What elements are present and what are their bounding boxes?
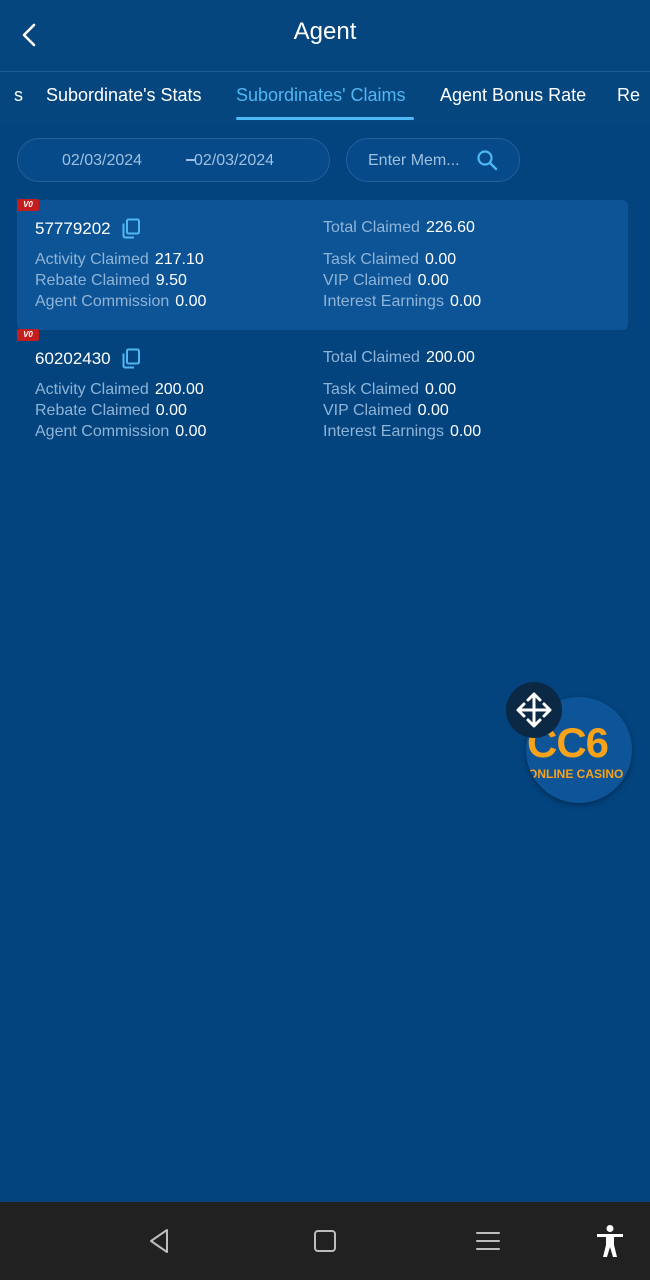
claim-record-card[interactable]: V0 60202430 Total Claimed 200.00 Activity… [17, 329, 628, 460]
interest-earnings-value: 0.00 [449, 293, 482, 310]
tab-subordinates-claims[interactable]: Subordinates' Claims [236, 85, 406, 106]
move-arrows-icon [516, 692, 552, 728]
agent-commission-value: 0.00 [175, 423, 207, 440]
vip-claimed-field: VIP Claimed 0.00 [323, 402, 449, 419]
vip-claimed-field: VIP Claimed 0.00 [323, 272, 449, 289]
rebate-claimed-value: 0.00 [155, 402, 187, 419]
home-square-icon[interactable] [310, 1226, 340, 1256]
copy-icon[interactable] [121, 348, 141, 369]
task-claimed-field: Task Claimed 0.00 [323, 251, 457, 268]
interest-earnings-field: Interest Earnings 0.00 [323, 293, 482, 310]
tab-previous-partial[interactable]: s [14, 85, 23, 106]
date-to[interactable]: 02/03/2024 [194, 152, 274, 170]
total-claimed-value: 226.60 [425, 219, 475, 236]
page-title: Agent [293, 18, 357, 45]
date-range-picker[interactable]: 02/03/2024 02/03/2024 [17, 138, 330, 182]
copy-icon[interactable] [121, 218, 141, 239]
task-claimed-field: Task Claimed 0.00 [323, 381, 457, 398]
member-id: 60202430 [35, 349, 111, 368]
vip-claimed-value: 0.00 [417, 402, 449, 419]
vip-claimed-value: 0.00 [417, 272, 449, 289]
search-placeholder: Enter Mem... [368, 152, 460, 169]
vip-level-badge: V0 [17, 329, 39, 341]
total-claimed-value: 200.00 [425, 349, 475, 366]
tab-bar: s Subordinate's Stats Subordinates' Clai… [0, 73, 650, 122]
app-header: Agent [0, 0, 650, 72]
vip-level-badge: V0 [17, 199, 39, 211]
activity-claimed-value: 200.00 [154, 381, 204, 398]
agent-commission-value: 0.00 [175, 293, 207, 310]
date-from[interactable]: 02/03/2024 [62, 152, 142, 170]
interest-earnings-field: Interest Earnings 0.00 [323, 423, 482, 440]
system-navigation-bar [0, 1202, 650, 1280]
rebate-claimed-value: 9.50 [155, 272, 187, 289]
tab-agent-bonus-rate[interactable]: Agent Bonus Rate [440, 85, 586, 106]
agent-commission-field: Agent Commission 0.00 [35, 293, 207, 310]
activity-claimed-value: 217.10 [154, 251, 204, 268]
interest-earnings-value: 0.00 [449, 423, 482, 440]
total-claimed-field: Total Claimed 226.60 [323, 219, 475, 236]
activity-claimed-field: Activity Claimed 217.10 [35, 251, 204, 268]
member-search-input[interactable]: Enter Mem... [346, 138, 520, 182]
member-id: 57779202 [35, 219, 111, 238]
accessibility-icon[interactable] [594, 1224, 626, 1258]
rebate-claimed-field: Rebate Claimed 9.50 [35, 272, 187, 289]
rebate-claimed-field: Rebate Claimed 0.00 [35, 402, 187, 419]
task-claimed-value: 0.00 [425, 251, 457, 268]
tab-subordinates-stats[interactable]: Subordinate's Stats [46, 85, 202, 106]
total-claimed-field: Total Claimed 200.00 [323, 349, 475, 366]
floating-casino-widget[interactable]: CC6 ONLINE CASINO [506, 682, 636, 808]
logo-subtext: ONLINE CASINO [528, 767, 624, 781]
tab-next-partial[interactable]: Re [617, 85, 640, 106]
back-triangle-icon[interactable] [145, 1226, 175, 1256]
agent-commission-field: Agent Commission 0.00 [35, 423, 207, 440]
claim-record-card[interactable]: V0 57779202 Total Claimed 226.60 Activity… [17, 199, 628, 330]
activity-claimed-field: Activity Claimed 200.00 [35, 381, 204, 398]
search-icon[interactable] [476, 149, 498, 171]
claims-content: 02/03/2024 02/03/2024 Enter Mem... V0 57… [0, 122, 650, 1202]
active-tab-indicator [236, 117, 414, 120]
menu-lines-icon[interactable] [473, 1226, 503, 1256]
drag-handle[interactable] [506, 682, 562, 738]
task-claimed-value: 0.00 [425, 381, 457, 398]
